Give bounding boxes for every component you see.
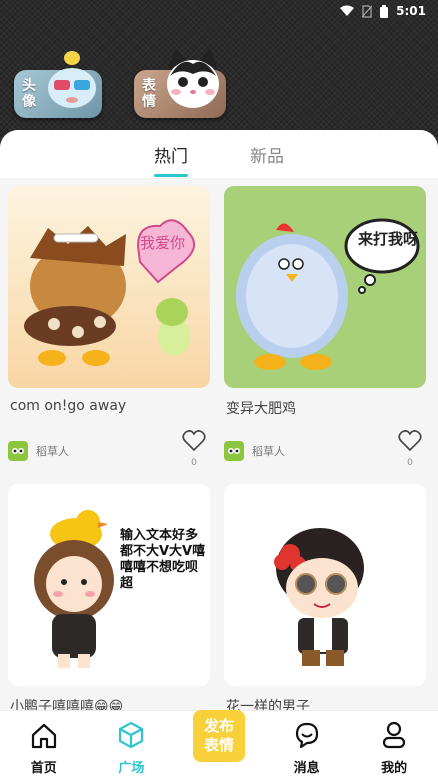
like-button[interactable]: 0 [398,430,422,468]
like-count: 0 [191,458,197,468]
wifi-icon [340,5,355,17]
sticker-card[interactable]: 花一样的男子 [224,484,426,710]
category-label: 表情 [142,78,156,110]
bottom-nav: 首页 广场 发布表情 消息 我的 [0,710,438,780]
nav-publish[interactable]: 发布表情 [189,710,249,776]
sticker-meta: 稻草人 0 [8,430,210,468]
sticker-title: 变异大肥鸡 [226,401,296,417]
tab-new[interactable]: 新品 [250,138,284,171]
nav-home[interactable]: 首页 [14,723,74,776]
home-icon [30,723,58,753]
sticker-title: 小鹏子嘻嘻嘻😁😁 [10,699,124,710]
cat-sticker-icon [162,46,224,116]
author-name[interactable]: 稻草人 [252,443,285,459]
sticker-title: 花一样的男子 [226,699,310,710]
tab-bar: 热门 新品 [0,130,438,178]
sticker-image-fat-chicken[interactable]: 来打我呀 [224,186,426,388]
sticker-bubble-text: 来打我呀 [357,230,418,248]
sticker-card[interactable]: 我爱你 com on!go away 稻草人 0 [8,186,210,474]
category-avatar-button[interactable]: 头像 [14,51,102,118]
sticker-bubble-text: 我爱你 [140,234,185,252]
tab-hot[interactable]: 热门 [154,138,188,171]
author-name[interactable]: 稻草人 [36,443,69,459]
sticker-grid: 我爱你 com on!go away 稻草人 0 来打我呀 变异大肥鸡 稻草人 … [8,186,432,710]
category-emoji-button[interactable]: 表情 [134,48,226,118]
chat-icon [293,721,321,753]
heart-icon [182,430,206,456]
user-icon [381,721,407,753]
sticker-card[interactable]: 来打我呀 变异大肥鸡 稻草人 0 [224,186,426,474]
heart-icon [398,430,422,456]
battery-icon [380,4,389,18]
status-bar: 5:01 [0,0,438,22]
sticker-image-girl-duck[interactable]: 输入文本好多都不大V大V嘻嘻嘻不想吃呗超 [8,484,210,686]
sticker-meta: 稻草人 0 [224,430,426,468]
sticker-image-flower-boy[interactable] [224,484,426,686]
nav-messages-label: 消息 [293,761,320,776]
sticker-card[interactable]: 输入文本好多都不大V大V嘻嘻嘻不想吃呗超 小鹏子嘻嘻嘻😁😁 [8,484,210,710]
no-sim-icon [362,4,373,18]
publish-button[interactable]: 发布表情 [192,710,245,762]
nav-messages[interactable]: 消息 [277,721,337,776]
cube-icon [117,721,145,753]
nav-square[interactable]: 广场 [101,721,161,776]
sticker-image-caveman-hedgehog[interactable]: 我爱你 [8,186,210,388]
like-count: 0 [407,458,413,468]
baby-sticker-icon [42,44,100,116]
sticker-bubble-text: 输入文本好多都不大V大V嘻嘻嘻不想吃呗超 [120,528,206,591]
status-time: 5:01 [396,4,426,18]
author-avatar[interactable] [8,441,28,461]
content-sheet: 热门 新品 我爱你 com on!go away 稻草人 0 来打我呀 变异大肥… [0,130,438,710]
author-avatar[interactable] [224,441,244,461]
like-button[interactable]: 0 [182,430,206,468]
sticker-title: com on!go away [10,398,127,414]
nav-square-label: 广场 [118,761,145,776]
nav-mine[interactable]: 我的 [364,721,424,776]
category-label: 头像 [22,78,36,110]
nav-home-label: 首页 [30,761,57,776]
nav-mine-label: 我的 [381,761,408,776]
